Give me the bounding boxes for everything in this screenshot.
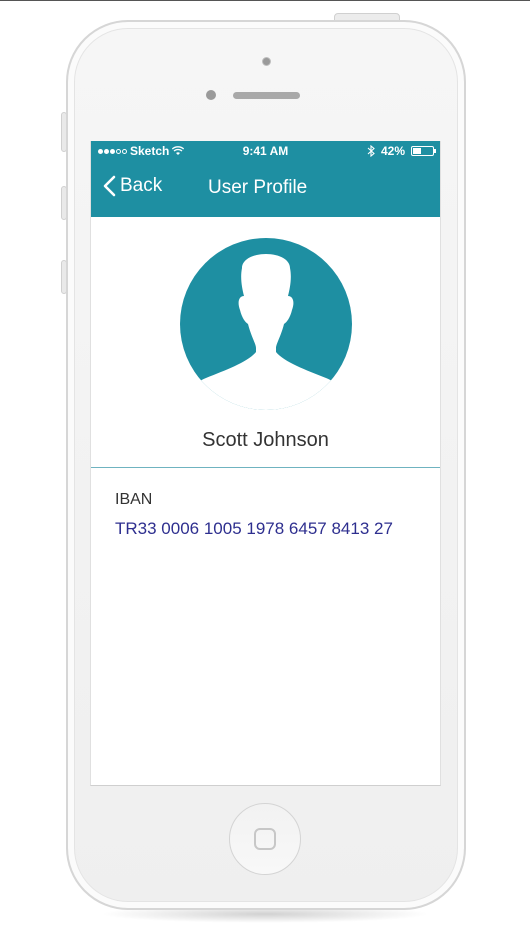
iban-value: TR33 0006 1005 1978 6457 8413 27 [115, 519, 393, 538]
page: Sketch 9:41 AM 42% Back User Profile Sco… [0, 0, 530, 925]
chevron-left-icon [103, 175, 116, 197]
profile-content: Scott Johnson IBAN TR33 0006 1005 1978 6… [91, 217, 440, 785]
top-edge-line [0, 0, 530, 1]
page-title: User Profile [208, 177, 308, 198]
bluetooth-icon [367, 145, 375, 157]
back-button[interactable]: Back [103, 175, 162, 197]
app-header: Sketch 9:41 AM 42% Back User Profile [91, 141, 440, 217]
phone-screen: Sketch 9:41 AM 42% Back User Profile Sco… [90, 141, 441, 786]
battery-percent: 42% [380, 144, 405, 158]
back-label: Back [120, 175, 163, 196]
user-silhouette-icon [184, 254, 348, 410]
user-name: Scott Johnson [202, 429, 329, 451]
battery-icon [411, 146, 436, 156]
status-right: 42% [367, 144, 436, 158]
nav-bar: Back User Profile [91, 171, 440, 205]
avatar [180, 238, 352, 410]
iban-label: IBAN [115, 491, 153, 508]
proximity-sensor [206, 90, 216, 100]
front-camera [262, 57, 271, 66]
home-button[interactable] [229, 803, 301, 875]
earpiece-speaker [233, 92, 300, 99]
divider [91, 467, 440, 468]
home-square-icon [254, 828, 276, 850]
status-bar: Sketch 9:41 AM 42% [91, 141, 440, 161]
